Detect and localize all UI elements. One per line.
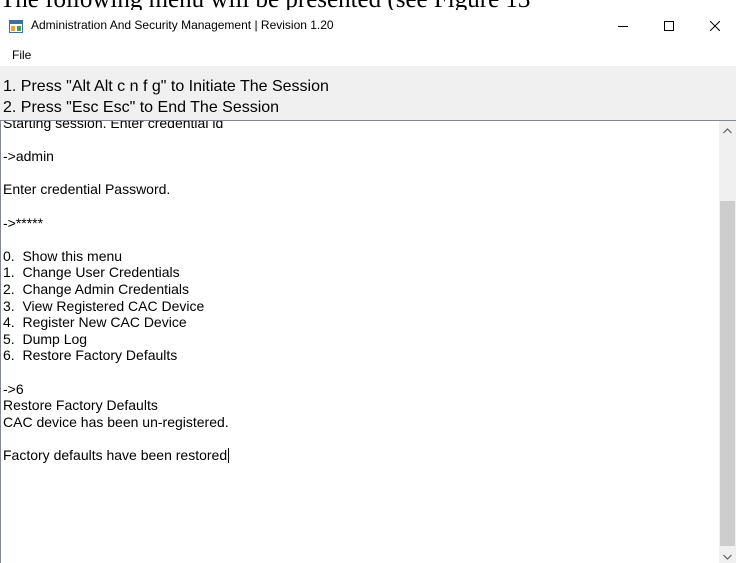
menu-bar: File xyxy=(0,44,736,66)
console-textbox[interactable]: Starting session. Enter credential id ->… xyxy=(0,120,736,563)
text-caret xyxy=(228,447,230,463)
app-window-icon xyxy=(9,20,23,33)
minimize-icon xyxy=(618,18,628,36)
maximize-button[interactable] xyxy=(646,10,692,44)
scrollbar-thumb[interactable] xyxy=(720,201,735,546)
scroll-down-button[interactable] xyxy=(719,547,736,563)
instructions-panel: 1. Press "Alt Alt c n f g" to Initiate T… xyxy=(0,66,736,120)
console-output[interactable]: Starting session. Enter credential id ->… xyxy=(3,120,717,463)
scroll-up-arrow-icon xyxy=(723,121,732,139)
console-output-text: Starting session. Enter credential id ->… xyxy=(3,120,229,463)
menu-file[interactable]: File xyxy=(9,48,34,62)
vertical-scrollbar[interactable] xyxy=(719,121,736,563)
close-button[interactable] xyxy=(692,10,736,44)
instruction-initiate-session: 1. Press "Alt Alt c n f g" to Initiate T… xyxy=(3,78,329,95)
maximize-icon xyxy=(664,18,674,36)
scroll-down-arrow-icon xyxy=(723,547,732,563)
close-icon xyxy=(709,18,721,36)
minimize-button[interactable] xyxy=(600,10,646,44)
instruction-end-session: 2. Press "Esc Esc" to End The Session xyxy=(3,99,280,116)
window-title: Administration And Security Management |… xyxy=(31,18,334,32)
scroll-up-button[interactable] xyxy=(719,121,736,138)
title-bar[interactable]: Administration And Security Management |… xyxy=(0,10,736,44)
app-window: Administration And Security Management |… xyxy=(0,10,736,563)
